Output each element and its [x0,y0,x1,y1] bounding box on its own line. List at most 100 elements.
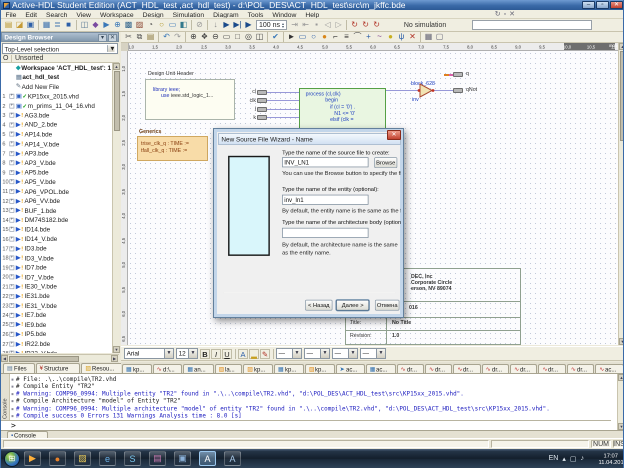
expand-icon[interactable]: + [9,151,14,156]
synthesis-icon[interactable]: ▩ [123,20,134,31]
zoom-fit-icon[interactable]: ▭ [221,32,232,43]
properties-icon[interactable]: ▢ [434,32,445,43]
tree-file-row[interactable]: 26+▶!IP5.bde [1,329,112,339]
skype-icon[interactable]: S [124,451,141,466]
wire-tool-icon[interactable]: ⌐ [330,32,341,43]
tap-tool-icon[interactable]: ~ [374,32,385,43]
tree-file-row[interactable]: 20+▶!ID7_V.bde [1,272,112,282]
design-browser-icon[interactable]: ◫ [79,20,90,31]
document-tab[interactable]: ➤ac... [336,364,365,373]
menu-design[interactable]: Design [138,11,168,19]
document-tab[interactable]: ∿dr... [510,364,537,373]
maximize-button[interactable]: ▫ [596,1,609,9]
tab-files[interactable]: ▤Files [3,363,35,373]
expand-icon[interactable]: + [9,189,14,194]
cancel-button[interactable]: Отмена [375,300,399,311]
design-file-tree[interactable]: ◆Workspace 'ACT_HDL_test': 1▦act_hdl_tes… [1,63,112,353]
prev-event-icon[interactable]: ◁ [322,20,333,31]
tree-file-row[interactable]: 21+▶!IE30_V.bde [1,282,112,292]
document-tab[interactable]: ▦an... [183,364,213,373]
document-tab[interactable]: ▦kp... [122,364,152,373]
run-icon[interactable]: ▶ [221,20,232,31]
stop-icon[interactable]: ⊘ [194,20,205,31]
expand-icon[interactable]: + [9,122,14,127]
tree-file-row[interactable]: 7+▶!AP3.bde [1,149,112,159]
document-tab[interactable]: ∿ac... [595,364,624,373]
undo-icon[interactable]: ↶ [161,32,172,43]
expand-icon[interactable]: + [9,294,14,299]
chevron-down-icon[interactable]: ▼ [292,349,301,358]
tree-file-row[interactable]: 19+▶!ID7.bde [1,263,112,273]
expand-icon[interactable]: + [9,179,14,184]
menu-search[interactable]: Search [42,11,72,19]
expand-icon[interactable]: + [9,199,14,204]
library-manager-icon[interactable]: ◧ [178,20,189,31]
tree-file-row[interactable]: 8+▶!AP3_V.bde [1,158,112,168]
open-file-icon[interactable]: ◪ [14,20,25,31]
tree-design[interactable]: ▦act_hdl_test [1,73,112,83]
expand-icon[interactable]: + [9,103,14,108]
document-tab[interactable]: ∿d:\... [153,364,183,373]
step-over-icon[interactable]: ⇥ [289,20,300,31]
restart-sim-icon[interactable]: ↻ [349,20,360,31]
time-spinner[interactable]: ▴▾ [282,22,284,28]
italic-button[interactable]: I [211,349,221,359]
workspace-list-icon[interactable]: ≣ [52,20,63,31]
document-tab[interactable]: ∿dr... [425,364,452,373]
language-indicator[interactable]: EN [549,455,559,462]
console-prompt[interactable]: > [1,420,611,430]
fub-tool-icon[interactable]: ▭ [297,32,308,43]
firefox-icon[interactable]: ● [49,451,66,466]
zoom-in-icon[interactable]: ⊕ [188,32,199,43]
chevron-down-icon[interactable]: ▼ [107,45,115,52]
design-flow-icon[interactable]: ◆ [90,20,101,31]
implementation-icon[interactable]: ▨ [134,20,145,31]
document-app-icon[interactable]: ▣ [174,451,191,466]
expand-icon[interactable]: + [9,227,14,232]
chevron-down-icon[interactable]: ▼ [164,349,173,358]
scroll-down-icon[interactable]: ▼ [618,423,624,430]
check-diagram-icon[interactable]: ✔ [270,32,281,43]
tree-file-row[interactable]: 18+▶!ID3_V.bde [1,253,112,263]
line-style-select[interactable]: —▼ [332,348,358,359]
tree-file-row[interactable]: 2+▣✓m_prims_11_04_16.vhd [1,101,112,111]
design-browser-header[interactable]: Design Browser ▾ ✕ [1,32,119,42]
file-name-input[interactable] [282,157,368,167]
start-button[interactable]: ⊞ [4,451,20,467]
close-document-icon[interactable]: ✕ [509,10,515,19]
document-tab[interactable]: ∿dr... [538,364,565,373]
active-hdl-icon[interactable]: A [199,451,216,466]
document-tab[interactable]: ▨la... [215,364,243,373]
toolbar-search-input[interactable] [472,20,592,30]
document-tab[interactable]: ∿dr... [567,364,594,373]
tree-file-row[interactable]: 28+▶!IR22_V.bde [1,348,112,353]
arc-tool-icon[interactable]: ⌒ [352,32,363,43]
tree-file-row[interactable]: 24+▶!IE7.bde [1,310,112,320]
console-scrollbar[interactable]: ▲ ▼ [617,374,624,430]
scroll-thumb[interactable] [114,71,120,131]
font-family-select[interactable]: Arial ▼ [124,348,174,359]
end-sim-icon[interactable]: ↻ [360,20,371,31]
tree-file-row[interactable]: 13+▶!BUF_1.bde [1,206,112,216]
internet-explorer-icon[interactable]: e [99,451,116,466]
menu-view[interactable]: View [72,11,96,19]
bus-tool-icon[interactable]: ≡ [341,32,352,43]
tree-vertical-scrollbar[interactable]: ▲ ▼ [112,63,119,353]
save-icon[interactable]: ▣ [25,20,36,31]
canvas-vertical-scrollbar[interactable]: ▲ ▼ [618,43,624,345]
scroll-thumb[interactable] [9,356,79,362]
expand-icon[interactable]: + [9,313,14,318]
expand-icon[interactable]: + [9,303,14,308]
new-file-icon[interactable]: ▤ [3,20,14,31]
pause-icon[interactable]: ▪ [311,20,322,31]
pen-color-icon[interactable]: ✎ [260,349,270,359]
column-unsorted[interactable]: Unsorted [12,55,119,62]
scroll-up-icon[interactable]: ▲ [618,374,624,381]
menu-simulation[interactable]: Simulation [168,11,209,19]
tree-file-row[interactable]: 27+▶!IR22.bde [1,339,112,349]
chevron-down-icon[interactable]: ▼ [320,349,329,358]
minimize-button[interactable]: – [582,1,595,9]
symbol-tool-icon[interactable]: ○ [308,32,319,43]
document-tab[interactable]: ▨kp... [243,364,273,373]
expand-icon[interactable]: + [9,141,14,146]
